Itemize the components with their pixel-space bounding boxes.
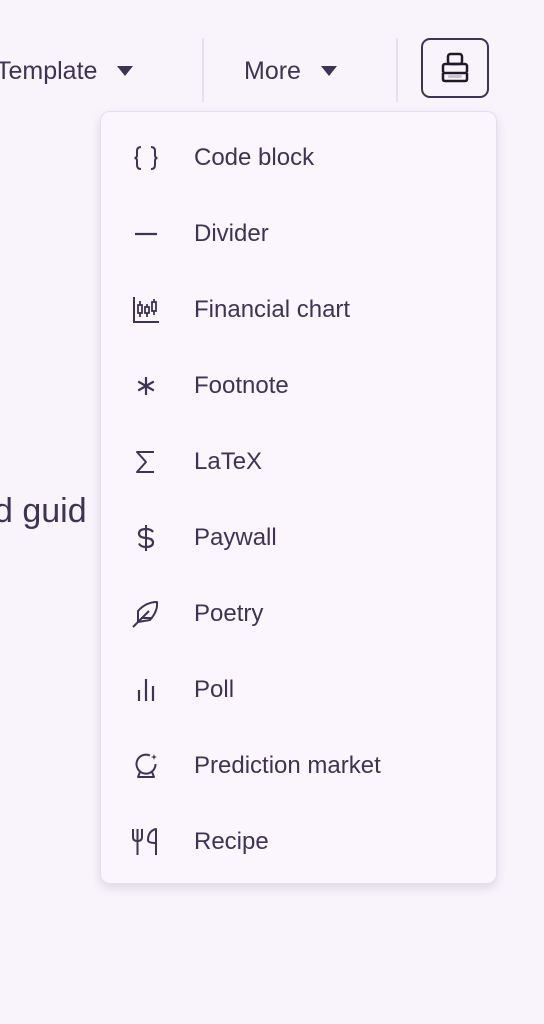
candlestick-chart-icon — [129, 293, 163, 327]
utensils-icon — [129, 825, 163, 859]
menu-item-financial-chart[interactable]: Financial chart — [101, 272, 496, 348]
more-dropdown-button[interactable]: More — [244, 52, 337, 90]
stamp-icon — [441, 52, 469, 83]
menu-item-footnote[interactable]: Footnote — [101, 348, 496, 424]
menu-item-recipe[interactable]: Recipe — [101, 804, 496, 880]
template-dropdown-button[interactable]: Template — [0, 52, 134, 90]
menu-item-divider[interactable]: Divider — [101, 196, 496, 272]
more-dropdown-menu: Code block Divider Financial chart Footn… — [100, 111, 497, 884]
menu-item-poll[interactable]: Poll — [101, 652, 496, 728]
feather-icon — [129, 597, 163, 631]
menu-item-label: Recipe — [194, 828, 269, 855]
menu-item-prediction-market[interactable]: Prediction market — [101, 728, 496, 804]
menu-item-label: Financial chart — [194, 296, 351, 323]
menu-item-poetry[interactable]: Poetry — [101, 576, 496, 652]
editor-text: d guid — [0, 492, 87, 530]
menu-item-label: Prediction market — [194, 752, 381, 779]
more-label: More — [244, 56, 301, 85]
menu-item-label: Poetry — [194, 600, 264, 627]
menu-item-latex[interactable]: LaTeX — [101, 424, 496, 500]
menu-item-label: Divider — [194, 220, 269, 247]
menu-item-code-block[interactable]: Code block — [101, 120, 496, 196]
toolbar: Template More — [0, 0, 544, 110]
stamp-button[interactable] — [421, 38, 489, 98]
code-braces-icon — [129, 141, 163, 175]
minus-icon — [129, 217, 163, 251]
menu-item-label: Footnote — [194, 372, 289, 399]
menu-item-label: Code block — [194, 144, 315, 171]
menu-item-paywall[interactable]: Paywall — [101, 500, 496, 576]
toolbar-divider — [202, 38, 204, 102]
menu-item-label: Poll — [194, 676, 235, 703]
caret-down-icon — [117, 66, 134, 76]
dollar-icon — [129, 521, 163, 555]
template-label: Template — [0, 56, 98, 85]
toolbar-divider — [396, 38, 398, 102]
crystal-ball-icon — [129, 749, 163, 783]
sigma-icon — [129, 445, 163, 479]
asterisk-icon — [129, 369, 163, 403]
menu-item-label: Paywall — [194, 524, 277, 551]
menu-item-label: LaTeX — [194, 448, 263, 475]
bar-chart-icon — [129, 673, 163, 707]
caret-down-icon — [320, 66, 337, 76]
